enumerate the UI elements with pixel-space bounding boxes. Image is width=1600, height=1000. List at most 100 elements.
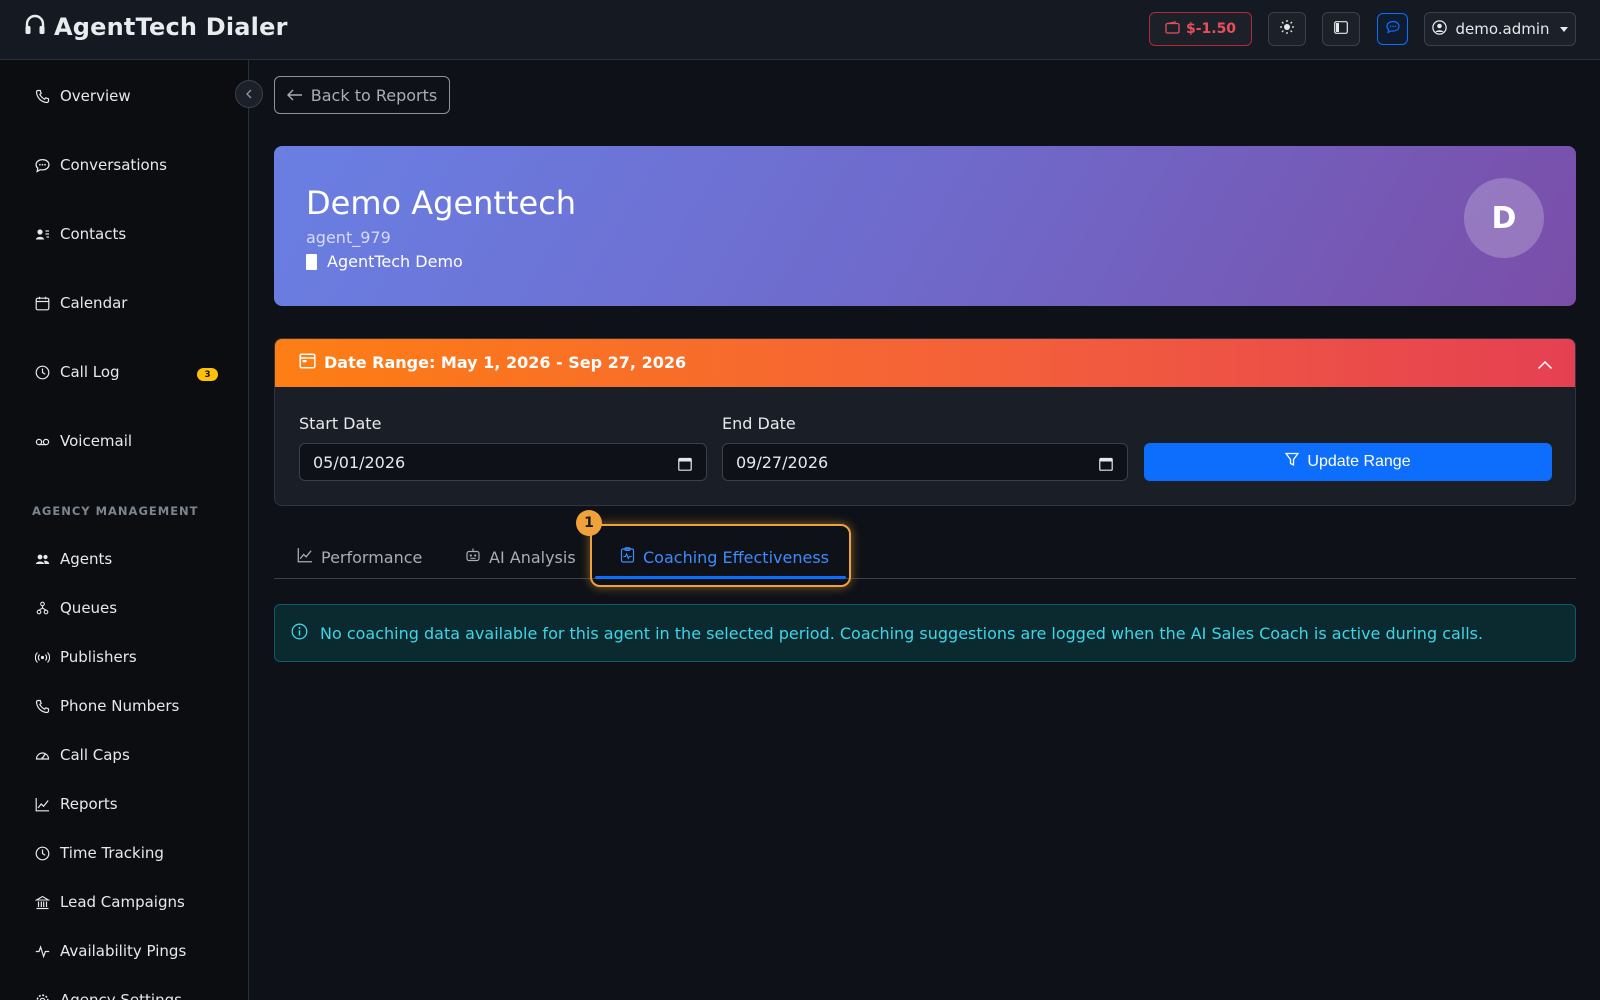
sidebar-item-label: Queues [60,599,118,617]
broadcast-icon [34,649,50,665]
sidebar-item-label: Availability Pings [60,942,187,960]
call-log-badge: 3 [197,368,218,381]
activity-icon [34,943,50,959]
chat-button[interactable] [1377,13,1408,45]
sidebar-item-conversations[interactable]: Conversations [34,156,167,174]
calendar-picker-icon[interactable] [678,456,692,475]
avatar: D [1464,178,1544,258]
date-range-header[interactable]: Date Range: May 1, 2026 - Sep 27, 2026 [275,339,1575,387]
sidebar-item-calendar[interactable]: Calendar [34,294,127,312]
step-marker: 1 [576,510,602,536]
update-range-label: Update Range [1307,453,1411,470]
phone-icon [34,88,50,104]
robot-icon [465,547,481,567]
clock-icon [34,364,50,380]
tab-label: AI Analysis [489,547,576,567]
tab-ai-analysis[interactable]: AI Analysis [465,540,576,574]
calendar-icon [299,352,316,373]
sidebar-item-label: Lead Campaigns [60,893,185,911]
voicemail-icon [34,433,50,449]
date-range-text: Date Range: May 1, 2026 - Sep 27, 2026 [324,353,687,372]
date-range-card: Date Range: May 1, 2026 - Sep 27, 2026 S… [274,338,1576,506]
sidebar-item-label: Agency Settings [60,991,182,1000]
sidebar-item-phone-numbers[interactable]: Phone Numbers [34,697,179,715]
back-to-reports-button[interactable]: Back to Reports [274,76,450,114]
clock-icon [34,845,50,861]
sidebar-item-label: Conversations [60,156,167,174]
balance-button[interactable]: $-1.50 [1149,12,1252,46]
sidebar-item-label: Voicemail [60,432,133,450]
no-data-alert: No coaching data available for this agen… [274,604,1576,662]
end-date-label: End Date [722,414,796,433]
sidebar-item-label: Calendar [60,294,128,312]
sidebar-item-availability-pings[interactable]: Availability Pings [34,942,186,960]
sidebar-collapse-button[interactable] [235,80,263,108]
back-to-reports-label: Back to Reports [310,85,438,105]
username: demo.admin [1455,20,1550,38]
sidebar-item-time-tracking[interactable]: Time Tracking [34,844,164,862]
sidebar-item-call-caps[interactable]: Call Caps [34,746,130,764]
sun-icon [1280,20,1294,38]
sidebar-item-reports[interactable]: Reports [34,795,118,813]
chart-line-icon [297,547,313,567]
sidebar-item-label: Call Caps [60,746,130,764]
tab-performance[interactable]: Performance [297,540,422,574]
sidebar-item-publishers[interactable]: Publishers [34,648,137,666]
info-icon [291,623,308,644]
top-bar: AgentTech Dialer $-1.50 demo.admin [0,0,1600,60]
sidebar-item-label: Time Tracking [60,844,164,862]
app-title: AgentTech Dialer [54,13,288,41]
calendar-picker-icon[interactable] [1099,456,1113,475]
agent-name: Demo Agenttech [306,184,577,222]
queue-icon [34,600,50,616]
sidebar: Overview Conversations Contacts Calendar… [0,60,249,1000]
brand[interactable]: AgentTech Dialer [24,13,288,41]
gear-icon [34,992,50,1000]
sidebar-item-label: Overview [60,87,131,105]
sidebar-item-agency-settings[interactable]: Agency Settings [34,991,182,1000]
balance-amount: $-1.50 [1185,21,1237,37]
sidebar-item-label: Phone Numbers [60,697,180,715]
contacts-icon [34,226,50,242]
sidebar-item-overview[interactable]: Overview [34,87,131,105]
chat-icon [34,157,50,173]
section-label-agency: AGENCY MANAGEMENT [32,504,199,518]
chevron-left-icon [245,85,253,103]
building-icon [34,894,50,910]
tab-label: Performance [321,547,423,567]
phone-icon [34,698,50,714]
sidebar-item-label: Publishers [60,648,137,666]
sidebar-item-label: Contacts [60,225,127,243]
update-range-button[interactable]: Update Range [1144,443,1552,481]
sidebar-item-queues[interactable]: Queues [34,599,117,617]
active-tab-indicator [595,576,846,579]
headset-icon [24,13,46,41]
sidebar-item-lead-campaigns[interactable]: Lead Campaigns [34,893,185,911]
tab-coaching-effectiveness[interactable]: Coaching Effectiveness [620,540,829,574]
start-date-label: Start Date [299,414,382,433]
end-date-field[interactable]: 09/27/2026 [722,443,1128,481]
layout-toggle-button[interactable] [1322,12,1360,46]
organization-name: AgentTech Demo [327,252,463,271]
chat-icon [1385,20,1400,38]
end-date-value: 09/27/2026 [736,452,829,472]
sidebar-item-label: Agents [60,550,113,568]
start-date-field[interactable]: 05/01/2026 [299,443,707,481]
date-range-title: Date Range: May 1, 2026 - Sep 27, 2026 [299,352,686,373]
agent-organization: AgentTech Demo [306,252,463,271]
tabs-divider [274,578,1576,579]
people-icon [34,551,50,567]
sidebar-toggle-icon [1334,20,1348,38]
sidebar-item-voicemail[interactable]: Voicemail [34,432,132,450]
agent-id: agent_979 [306,228,391,247]
arrow-left-icon [286,86,303,105]
clipboard-pulse-icon [620,547,635,567]
chevron-up-icon[interactable] [1537,356,1553,374]
wallet-icon [1165,20,1180,38]
user-menu-button[interactable]: demo.admin [1424,12,1576,46]
start-date-value: 05/01/2026 [313,452,406,472]
theme-toggle-button[interactable] [1268,12,1306,46]
sidebar-item-contacts[interactable]: Contacts [34,225,126,243]
sidebar-item-call-log[interactable]: Call Log [34,363,120,381]
sidebar-item-agents[interactable]: Agents [34,550,112,568]
